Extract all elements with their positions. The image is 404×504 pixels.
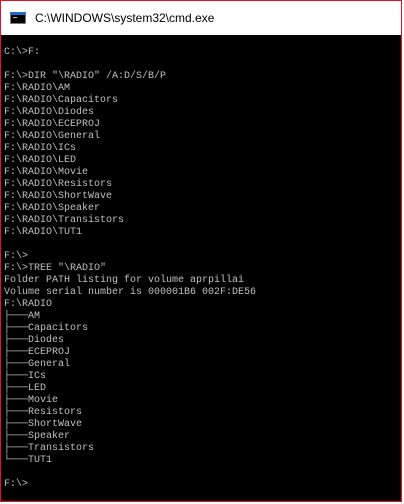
console-line: ├───AM (4, 311, 41, 322)
console-line: ├───Capacitors (4, 323, 89, 334)
console-line: ├───Movie (4, 395, 59, 406)
console-line: Volume serial number is 000001B6 002F:DE… (4, 287, 257, 298)
window-title: C:\WINDOWS\system32\cmd.exe (35, 11, 215, 25)
cmd-window: C:\WINDOWS\system32\cmd.exe C:\>F: F:\>DI… (0, 0, 402, 502)
console-line: F:\RADIO\Diodes (4, 107, 95, 118)
console-line: F:\> (4, 479, 29, 490)
console-line: F:\>DIR "\RADIO" /A:D/S/B/P (4, 71, 167, 82)
console-line: Folder PATH listing for volume aprpillai (4, 275, 245, 286)
console-line: ├───Resistors (4, 407, 83, 418)
console-line: F:\RADIO\AM (4, 83, 71, 94)
cmd-app-icon[interactable] (10, 12, 26, 24)
console-line: ├───ECEPROJ (4, 347, 71, 358)
console-line: F:\RADIO\ECEPROJ (4, 119, 101, 130)
console-line: ├───Diodes (4, 335, 65, 346)
console-line: F:\RADIO\ICs (4, 143, 77, 154)
console-line: F:\RADIO\Resistors (4, 179, 113, 190)
console-output[interactable]: C:\>F: F:\>DIR "\RADIO" /A:D/S/B/P F:\RADI… (1, 35, 387, 501)
title-bar[interactable]: C:\WINDOWS\system32\cmd.exe (1, 1, 401, 35)
console-line: F:\RADIO\TUT1 (4, 227, 83, 238)
console-line: ├───ICs (4, 371, 47, 382)
console-line: F:\RADIO\Capacitors (4, 95, 119, 106)
console-line: F:\>TREE "\RADIO" (4, 263, 107, 274)
console-scrollbar[interactable] (386, 35, 401, 501)
console-line: ├───ShortWave (4, 419, 83, 430)
console-line: ├───General (4, 359, 71, 370)
console-line: F:\RADIO\Speaker (4, 203, 101, 214)
console-line: F:\> (4, 251, 29, 262)
console-line: F:\RADIO (4, 299, 53, 310)
console-line: F:\RADIO\Transistors (4, 215, 125, 226)
console-line: F:\RADIO\Movie (4, 167, 89, 178)
console-line: C:\>F: (4, 47, 41, 58)
console-line: F:\RADIO\General (4, 131, 101, 142)
console-line: └───TUT1 (4, 455, 53, 466)
console-line: ├───LED (4, 383, 47, 394)
console-line: ├───Speaker (4, 431, 71, 442)
console-line: ├───Transistors (4, 443, 95, 454)
console-lines: C:\>F: F:\>DIR "\RADIO" /A:D/S/B/P F:\RADI… (1, 35, 387, 491)
console-line: F:\RADIO\ShortWave (4, 191, 113, 202)
console-line: F:\RADIO\LED (4, 155, 77, 166)
